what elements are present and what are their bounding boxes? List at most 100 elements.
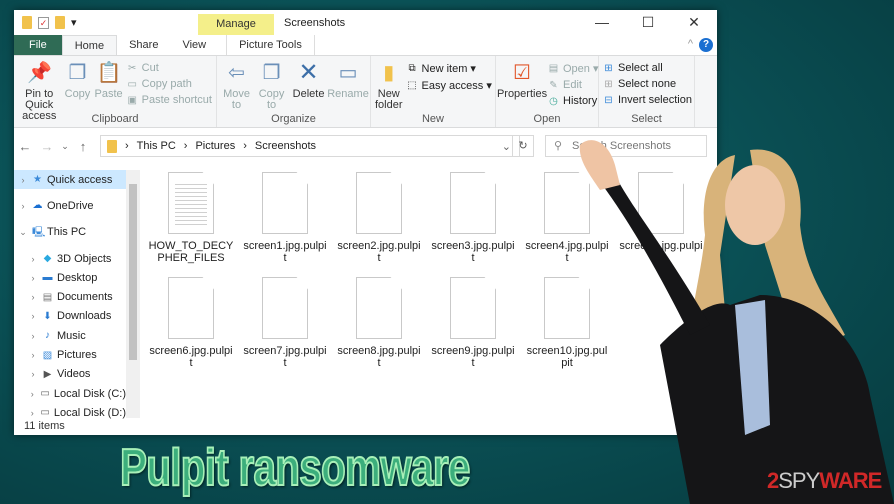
open-button[interactable]: ▤ Open ▾ xyxy=(548,62,599,75)
expand-chevron-icon[interactable]: › xyxy=(28,273,38,283)
desktop-icon: ▬ xyxy=(42,272,53,284)
brand-logo: 2SPYWARE xyxy=(767,468,882,493)
invert-selection-button[interactable]: ⊟ Invert selection xyxy=(603,94,692,106)
nav-item-desktop[interactable]: › ▬ Desktop xyxy=(14,268,126,287)
nav-item-quick-access[interactable]: › ★ Quick access xyxy=(14,170,126,190)
file-item[interactable]: screen7.jpg.pulpit xyxy=(238,277,332,369)
navigation-pane: › ★ Quick access › ☁ OneDrive ⌄ 🖳 This PC › ◆ 3D Ob… xyxy=(14,170,126,419)
easy-access-icon: ⬚ xyxy=(407,80,417,91)
group-organize: ⇦ Move to ❐ Copy to ✕ Delete ▭ Rename Organi… xyxy=(217,56,371,127)
nav-item-pictures[interactable]: › ▧ Pictures xyxy=(14,345,126,364)
file-icon xyxy=(356,172,402,234)
nav-item-label: Quick access xyxy=(47,173,113,186)
properties-icon[interactable]: ✓ xyxy=(38,16,49,29)
close-button[interactable]: ✕ xyxy=(671,10,717,35)
customize-dropdown-icon[interactable]: ▾ xyxy=(71,16,77,29)
help-icon[interactable]: ? xyxy=(699,38,713,52)
history-icon: ◷ xyxy=(549,95,558,107)
nav-item-label: Downloads xyxy=(57,310,112,323)
file-item[interactable]: screen1.jpg.pulpit xyxy=(238,172,332,264)
quick-access-toolbar: ✓ ▾ xyxy=(22,16,77,29)
group-open: ☑ Properties ▤ Open ▾ ✎ Edit ◷ History Open xyxy=(496,56,599,127)
tab-manage[interactable]: Manage xyxy=(198,14,274,35)
nav-item-downloads[interactable]: › ⬇ Downloads xyxy=(14,307,126,326)
collapse-chevron-icon[interactable]: ⌄ xyxy=(18,227,28,238)
file-item[interactable]: HOW_TO_DECYPHER_FILES xyxy=(144,172,238,264)
minimize-button[interactable]: — xyxy=(579,10,625,35)
file-name: screen9.jpg.pulpit xyxy=(431,345,515,369)
select-all-button[interactable]: ⊞ Select all xyxy=(603,62,692,74)
scrollbar-thumb[interactable] xyxy=(129,184,137,360)
group-select: ⊞ Select all ⊞ Select none ⊟ Invert selecti… xyxy=(599,56,695,127)
expand-chevron-icon[interactable]: › xyxy=(18,175,28,185)
tab-file[interactable]: File xyxy=(14,35,62,55)
file-item[interactable]: screen9.jpg.pulpit xyxy=(426,277,520,369)
file-item[interactable]: screen6.jpg.pulpit xyxy=(144,277,238,369)
expand-chevron-icon[interactable]: › xyxy=(28,408,36,418)
address-dropdown-icon[interactable]: ⌄ xyxy=(502,140,511,153)
file-icon xyxy=(168,277,214,339)
up-button[interactable]: ↑ xyxy=(72,139,94,154)
file-name: screen6.jpg.pulpit xyxy=(149,345,233,369)
nav-item-label: Desktop xyxy=(57,271,98,284)
nav-item-local-disk-c[interactable]: › ▭ Local Disk (C:) xyxy=(14,384,126,403)
tab-picture-tools[interactable]: Picture Tools xyxy=(226,35,315,55)
music-icon: ♪ xyxy=(45,330,50,342)
nav-item-label: 3D Objects xyxy=(57,252,112,265)
nav-item-documents[interactable]: › ▤ Documents xyxy=(14,287,126,306)
forward-button[interactable]: → xyxy=(36,139,58,154)
tab-view[interactable]: View xyxy=(170,35,218,55)
maximize-button[interactable]: ☐ xyxy=(625,10,671,35)
expand-chevron-icon[interactable]: › xyxy=(28,369,38,379)
expand-chevron-icon[interactable]: › xyxy=(28,389,36,399)
nav-item-label: Documents xyxy=(57,291,113,304)
nav-item-3d-objects[interactable]: › ◆ 3D Objects xyxy=(14,249,126,268)
recent-locations-button[interactable]: ⌄ xyxy=(58,141,72,152)
pin-icon: 📌 xyxy=(27,62,53,84)
window-title: Screenshots xyxy=(284,17,346,29)
paste-shortcut-button[interactable]: ▣ Paste shortcut xyxy=(127,94,212,106)
refresh-button[interactable]: ↻ xyxy=(512,135,534,157)
file-item[interactable]: screen8.jpg.pulpit xyxy=(332,277,426,369)
group-new: ▮ New folder ⧉ New item ▾ ⬚ Easy access ▾ N… xyxy=(371,56,496,127)
expand-chevron-icon[interactable]: › xyxy=(28,331,38,341)
new-folder-icon[interactable] xyxy=(55,16,65,29)
expand-chevron-icon[interactable]: › xyxy=(28,311,38,321)
tab-share[interactable]: Share xyxy=(117,35,170,55)
breadcrumb-screenshots[interactable]: Screenshots xyxy=(255,140,316,152)
nav-item-onedrive[interactable]: › ☁ OneDrive xyxy=(14,196,126,215)
nav-scrollbar[interactable] xyxy=(126,170,140,418)
nav-item-label: Music xyxy=(57,329,86,342)
expand-chevron-icon[interactable]: › xyxy=(28,254,38,264)
copy-path-button[interactable]: ▭ Copy path xyxy=(127,78,212,90)
breadcrumb-this-pc[interactable]: This PC xyxy=(137,140,176,152)
file-item[interactable]: screen3.jpg.pulpit xyxy=(426,172,520,264)
new-item-button[interactable]: ⧉ New item ▾ xyxy=(407,62,492,75)
text-file-icon xyxy=(168,172,214,234)
move-icon: ⇦ xyxy=(228,62,245,84)
easy-access-button[interactable]: ⬚ Easy access ▾ xyxy=(407,79,492,92)
expand-chevron-icon[interactable]: › xyxy=(18,201,28,211)
history-button[interactable]: ◷ History xyxy=(548,95,599,107)
group-label: Clipboard xyxy=(91,113,139,125)
back-button[interactable]: ← xyxy=(14,139,36,154)
select-none-button[interactable]: ⊞ Select none xyxy=(603,78,692,90)
file-item[interactable]: screen2.jpg.pulpit xyxy=(332,172,426,264)
nav-item-videos[interactable]: › ▶ Videos xyxy=(14,365,126,384)
tab-home[interactable]: Home xyxy=(61,35,118,55)
invert-selection-icon: ⊟ xyxy=(604,94,613,106)
cut-button[interactable]: ✂ Cut xyxy=(127,62,212,74)
breadcrumb-pictures[interactable]: Pictures xyxy=(195,140,235,152)
file-name: screen1.jpg.pulpit xyxy=(243,240,327,264)
group-label: Organize xyxy=(271,113,316,125)
edit-button[interactable]: ✎ Edit xyxy=(548,79,599,91)
expand-chevron-icon[interactable]: › xyxy=(28,350,38,360)
title-bar: ✓ ▾ Manage Screenshots — ☐ ✕ xyxy=(14,10,717,35)
nav-item-this-pc[interactable]: ⌄ 🖳 This PC xyxy=(14,223,126,242)
select-all-icon: ⊞ xyxy=(604,62,613,74)
expand-chevron-icon[interactable]: › xyxy=(28,292,38,302)
address-bar[interactable]: › This PC › Pictures › Screenshots ⌄ xyxy=(100,135,520,157)
collapse-ribbon-icon[interactable]: ^ xyxy=(688,38,693,50)
nav-item-music[interactable]: › ♪ Music xyxy=(14,326,126,345)
paste-shortcut-icon: ▣ xyxy=(127,94,137,106)
